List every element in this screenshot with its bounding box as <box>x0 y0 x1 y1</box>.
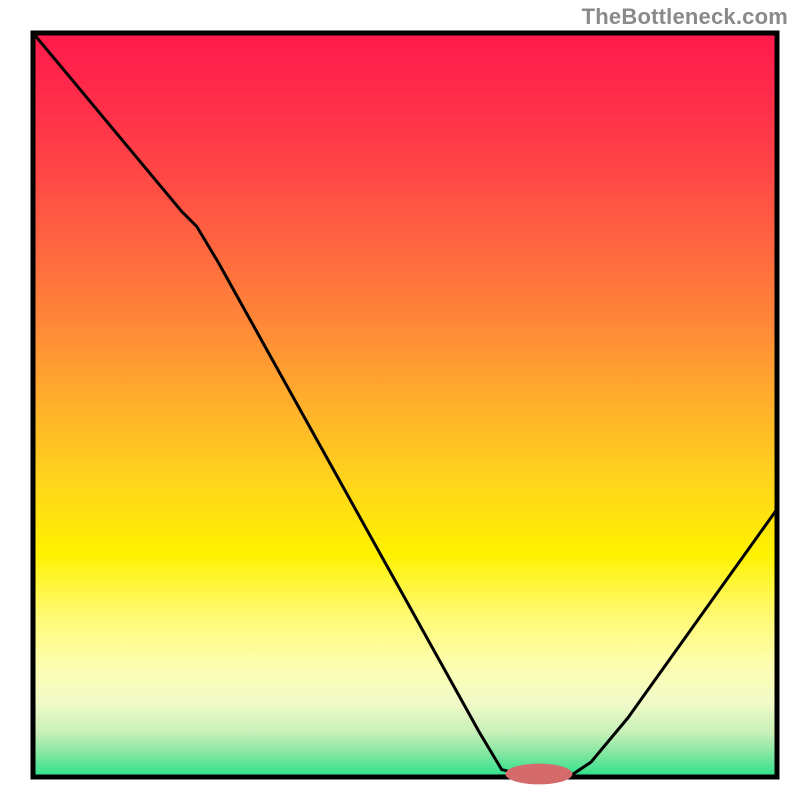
bottleneck-chart <box>0 0 800 800</box>
chart-container: TheBottleneck.com <box>0 0 800 800</box>
attribution-label: TheBottleneck.com <box>582 4 788 30</box>
optimal-marker <box>505 764 572 785</box>
